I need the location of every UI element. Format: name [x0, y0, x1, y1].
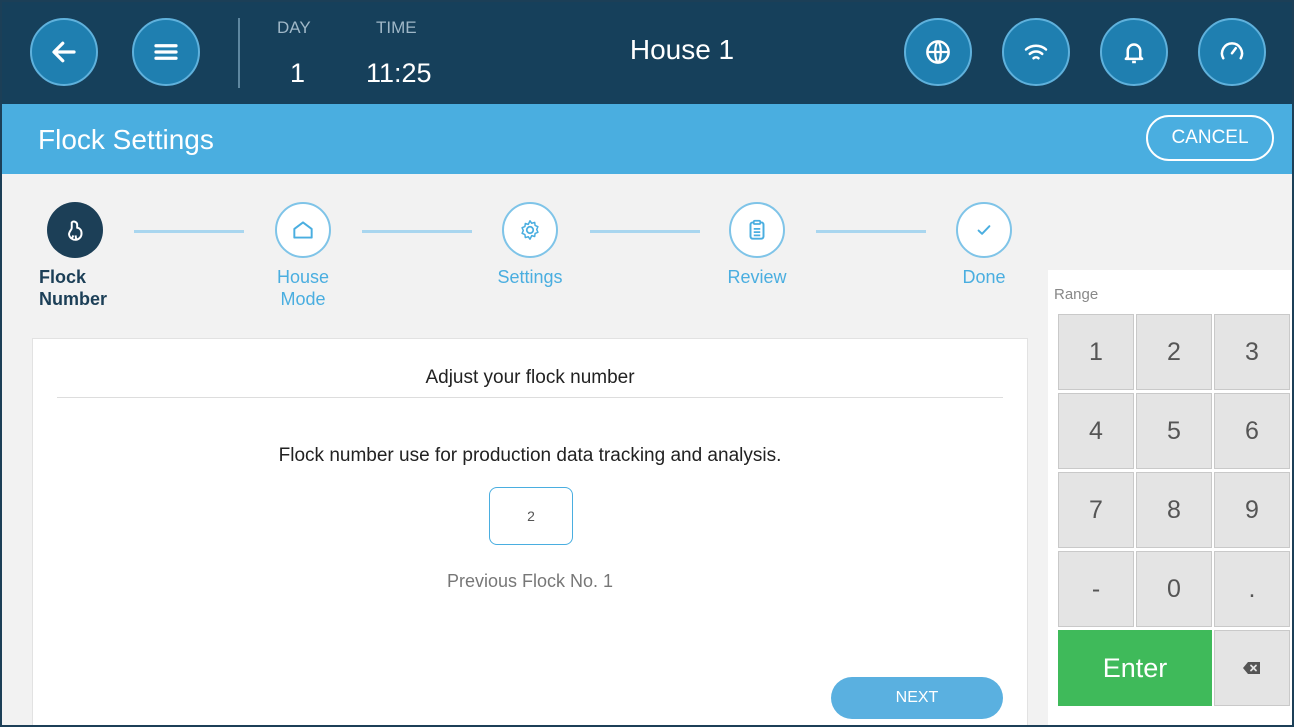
key-decimal[interactable]: .	[1214, 551, 1290, 627]
step-label-line: Number	[39, 289, 108, 309]
language-button[interactable]	[904, 18, 972, 86]
step-circle	[729, 202, 785, 258]
time-value: 11:25	[366, 58, 432, 88]
wifi-icon	[1024, 44, 1048, 60]
step-label: Review	[697, 266, 817, 288]
divider	[238, 18, 240, 88]
step-label: Flock Number	[15, 266, 135, 310]
check-icon	[977, 225, 991, 235]
step-label: Done	[924, 266, 1044, 288]
step-label-line: Done	[962, 267, 1006, 287]
key-9[interactable]: 9	[1214, 472, 1290, 548]
globe-icon	[926, 40, 950, 64]
step-connector	[816, 230, 926, 233]
card-title: Adjust your flock number	[425, 367, 635, 388]
house-icon	[293, 221, 313, 239]
step-connector	[590, 230, 700, 233]
step-settings[interactable]: Settings	[470, 202, 590, 288]
range-label: Range	[1054, 286, 1099, 303]
house-title: House 1	[629, 34, 735, 65]
flock-number-input[interactable]: 2	[489, 487, 573, 545]
step-label-line: Settings	[497, 267, 563, 287]
key-0[interactable]: 0	[1136, 551, 1212, 627]
clipboard-icon	[749, 219, 765, 240]
day-value: 1	[290, 58, 306, 88]
cancel-button[interactable]: CANCEL	[1146, 115, 1274, 161]
key-6[interactable]: 6	[1214, 393, 1290, 469]
bell-icon	[1124, 43, 1144, 64]
step-house-mode[interactable]: House Mode	[243, 202, 363, 310]
step-label-line: House	[276, 267, 330, 287]
key-7[interactable]: 7	[1058, 472, 1134, 548]
key-1[interactable]: 1	[1058, 314, 1134, 390]
dashboard-button[interactable]	[1198, 18, 1266, 86]
key-8[interactable]: 8	[1136, 472, 1212, 548]
step-label-line: Flock	[39, 267, 87, 287]
step-done[interactable]: Done	[924, 202, 1044, 288]
app-frame: DAY 1 TIME 11:25 House 1 Flock Settings …	[0, 0, 1294, 727]
backspace-icon	[1243, 662, 1260, 674]
step-review[interactable]: Review	[697, 202, 817, 288]
wizard-content: Flock Number House Mode Settings Review …	[2, 174, 1048, 725]
key-3[interactable]: 3	[1214, 314, 1290, 390]
day-label: DAY	[277, 18, 311, 37]
gauge-icon	[1220, 42, 1244, 60]
step-connector	[362, 230, 472, 233]
time-label: TIME	[376, 18, 417, 37]
key-5[interactable]: 5	[1136, 393, 1212, 469]
step-circle	[502, 202, 558, 258]
keypad-display	[1048, 174, 1292, 270]
key-4[interactable]: 4	[1058, 393, 1134, 469]
enter-key[interactable]: Enter	[1058, 630, 1212, 706]
page-header: Flock Settings CANCEL	[2, 104, 1292, 174]
step-label: Settings	[470, 266, 590, 288]
bird-icon	[68, 220, 83, 241]
top-bar: DAY 1 TIME 11:25 House 1	[2, 2, 1292, 104]
step-circle	[275, 202, 331, 258]
network-button[interactable]	[1002, 18, 1070, 86]
back-arrow-icon	[52, 41, 76, 63]
step-circle	[47, 202, 103, 258]
key-minus[interactable]: -	[1058, 551, 1134, 627]
step-label: House Mode	[243, 266, 363, 310]
card-divider	[57, 397, 1003, 398]
step-flock-number[interactable]: Flock Number	[15, 202, 135, 310]
step-circle	[956, 202, 1012, 258]
step-label-line: Review	[727, 267, 787, 287]
back-button[interactable]	[30, 18, 98, 86]
card-description: Flock number use for production data tra…	[278, 445, 782, 466]
alarms-button[interactable]	[1100, 18, 1168, 86]
key-2[interactable]: 2	[1136, 314, 1212, 390]
step-label-line: Mode	[280, 289, 326, 309]
gear-icon	[521, 220, 539, 240]
previous-flock-text: Previous Flock No. 1	[446, 571, 614, 591]
menu-icon	[154, 44, 178, 60]
page-title: Flock Settings	[38, 124, 214, 155]
next-button[interactable]: NEXT	[831, 677, 1003, 719]
step-connector	[134, 230, 244, 233]
numeric-keypad: Range 1 2 3 4 5 6 7 8 9 - 0 . Enter	[1048, 174, 1292, 725]
flock-number-card: Adjust your flock number Flock number us…	[32, 338, 1028, 725]
menu-button[interactable]	[132, 18, 200, 86]
backspace-key[interactable]	[1214, 630, 1290, 706]
